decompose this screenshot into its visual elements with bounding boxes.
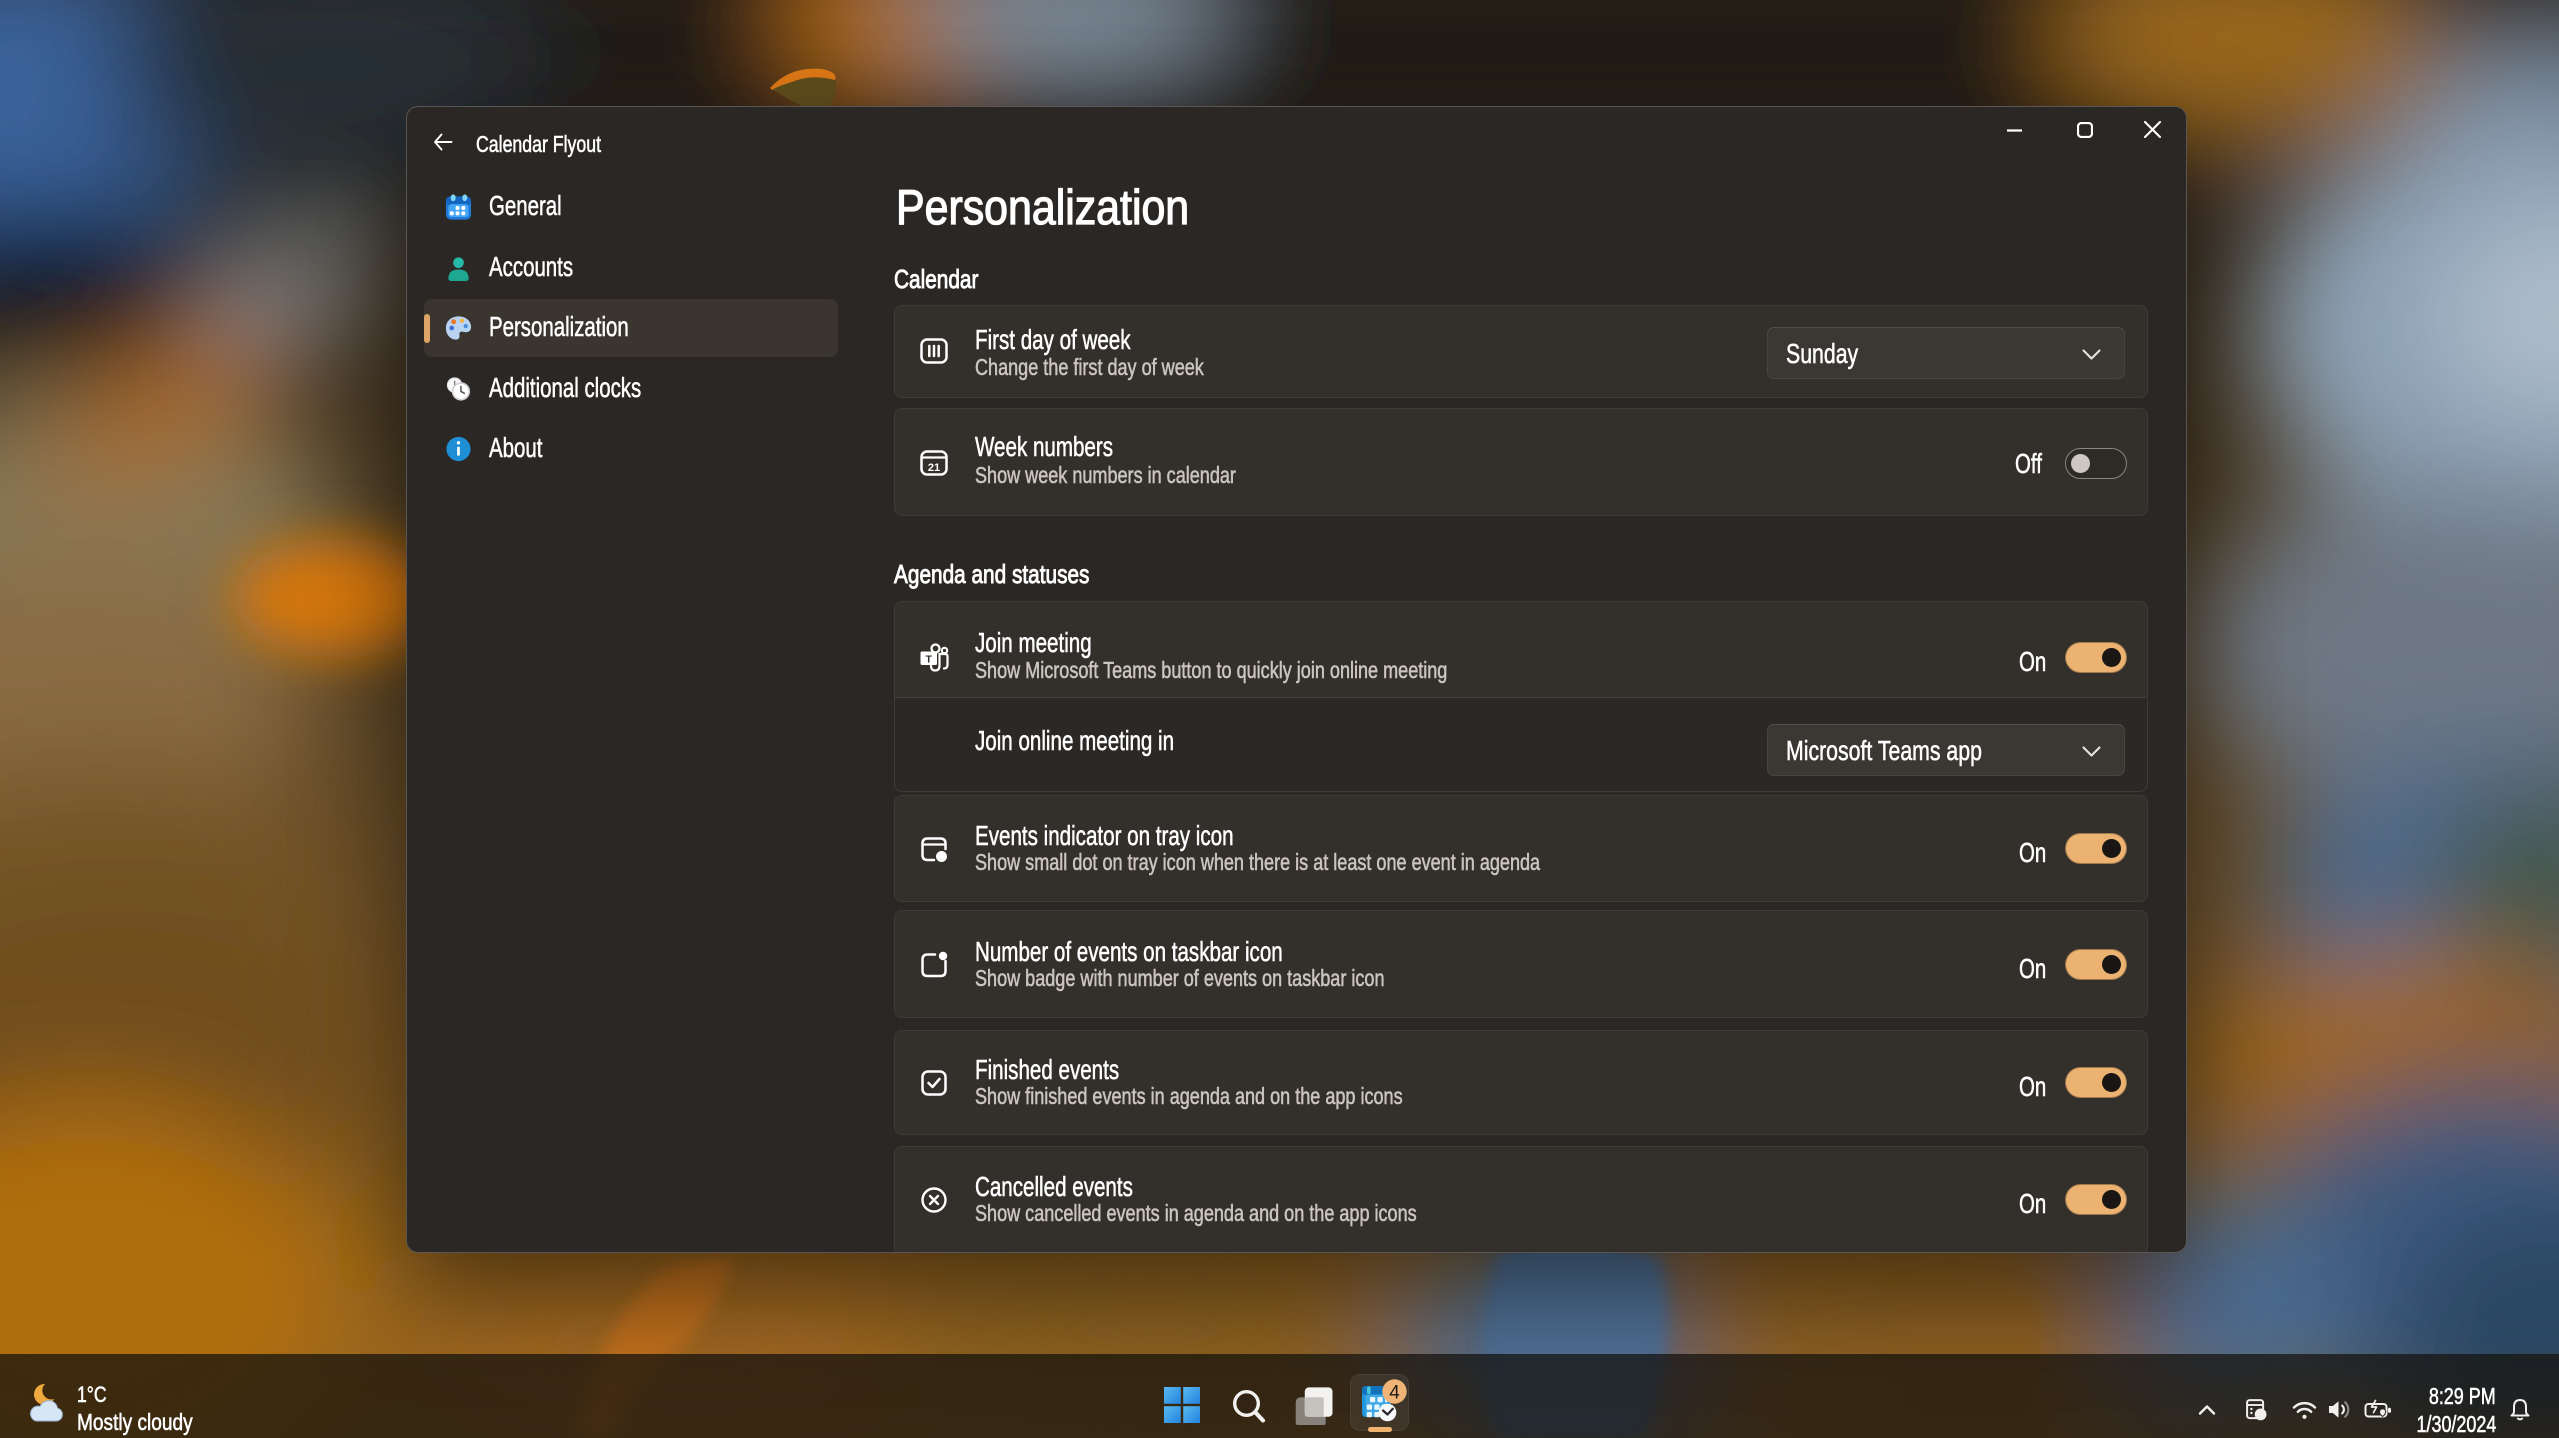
- svg-text:T: T: [925, 654, 932, 666]
- svg-text:21: 21: [928, 462, 940, 474]
- svg-text:4: 4: [1389, 1383, 1400, 1404]
